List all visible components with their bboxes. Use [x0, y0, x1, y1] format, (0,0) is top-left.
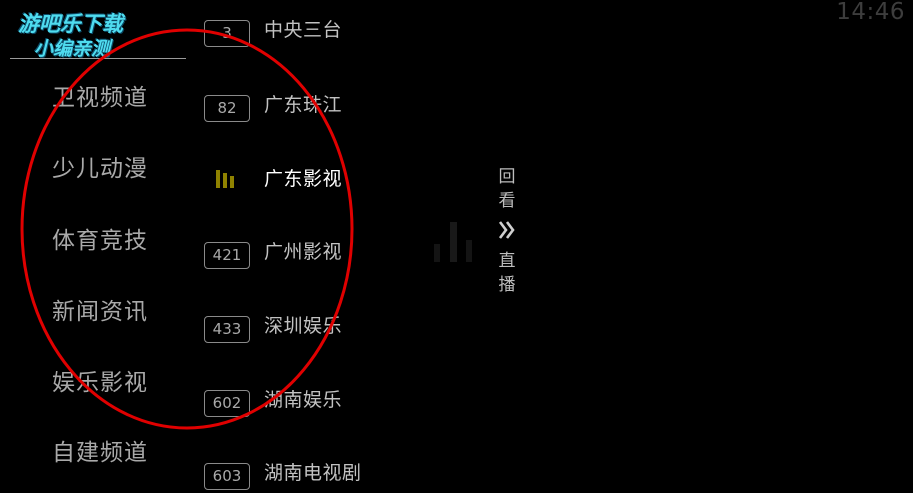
channel-number: 421 — [204, 242, 250, 269]
side-label-1: 回 — [498, 167, 516, 187]
channel-name: 湖南电视剧 — [264, 462, 362, 484]
channel-number: 603 — [204, 463, 250, 490]
channel-name: 广东珠江 — [264, 94, 343, 116]
category-sports[interactable]: 体育竞技 — [52, 221, 148, 255]
watermark-underline — [10, 58, 186, 59]
double-chevron-right-icon — [498, 221, 515, 239]
channel-name: 湖南娱乐 — [264, 389, 343, 411]
channel-number: 82 — [204, 95, 250, 122]
channel-number: 602 — [204, 390, 250, 417]
channel-name: 广州影视 — [264, 241, 343, 263]
channel-number: 433 — [204, 316, 250, 343]
channel-number: 3 — [204, 20, 250, 47]
side-label-2: 看 — [498, 191, 516, 211]
category-custom[interactable]: 自建频道 — [52, 433, 148, 467]
side-label-4: 播 — [498, 275, 516, 295]
playback-live-toggle[interactable]: 回 看 直 播 — [496, 165, 518, 297]
channel-name: 深圳娱乐 — [264, 315, 343, 337]
side-label-3: 直 — [498, 251, 516, 271]
channel-name: 中央三台 — [264, 19, 343, 41]
signal-bars-icon — [434, 222, 472, 262]
watermark-line2: 小编亲测 — [34, 38, 111, 60]
category-news[interactable]: 新闻资讯 — [52, 292, 148, 326]
playing-indicator-icon — [216, 170, 234, 188]
channel-name: 广东影视 — [264, 168, 343, 190]
category-entertainment[interactable]: 娱乐影视 — [52, 363, 148, 397]
category-satellite[interactable]: 卫视频道 — [52, 78, 148, 112]
watermark: 游吧乐下载 小编亲测 — [10, 6, 186, 60]
category-kids-anime[interactable]: 少儿动漫 — [52, 149, 148, 183]
clock: 14:46 — [836, 0, 905, 25]
